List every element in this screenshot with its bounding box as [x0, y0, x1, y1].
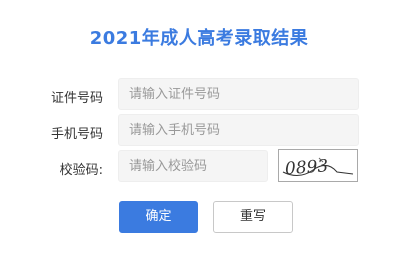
page-title: 2021年成人高考录取结果: [89, 28, 309, 49]
captcha-text: 0893: [284, 156, 329, 179]
phone-number-input[interactable]: [118, 114, 359, 146]
captcha-input[interactable]: [118, 150, 268, 182]
reset-button[interactable]: 重写: [213, 201, 293, 233]
captcha-label: 校验码:: [59, 163, 103, 178]
captcha-image[interactable]: 0893: [278, 149, 358, 182]
captcha-glyphs: 0893: [282, 156, 354, 179]
confirm-button[interactable]: 确定: [119, 201, 198, 233]
id-number-input[interactable]: [118, 78, 359, 110]
phone-number-label: 手机号码: [50, 127, 103, 142]
query-page: 2021年成人高考录取结果 证件号码 手机号码 校验码: 0893 确定 重写: [0, 0, 418, 258]
id-number-label: 证件号码: [50, 91, 103, 106]
